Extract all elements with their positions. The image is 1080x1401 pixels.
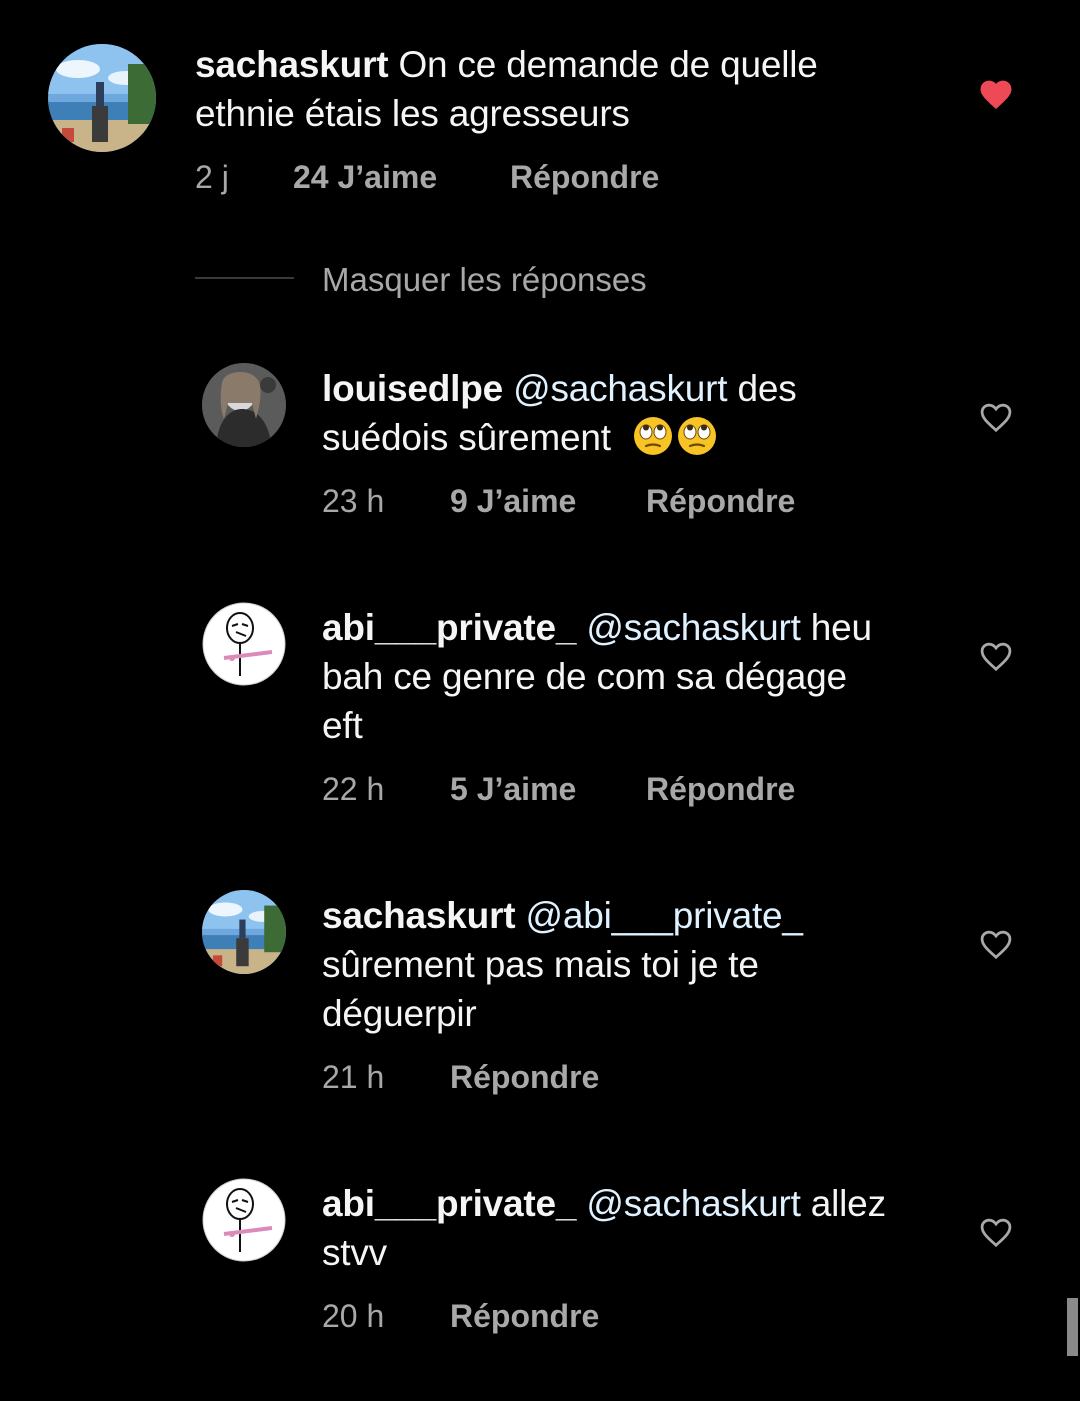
avatar[interactable] xyxy=(202,1178,286,1262)
likes-count-link[interactable]: 24 J’aime xyxy=(293,157,437,197)
comment-meta: 2 j 24 J’aime Répondre xyxy=(195,157,795,197)
comment-body-line1: des xyxy=(727,368,797,409)
comment-body-line3: eft xyxy=(322,705,363,746)
reply-button[interactable]: Répondre xyxy=(646,769,795,809)
mention-link[interactable]: @abi___private_ xyxy=(525,895,803,936)
comment-username[interactable]: abi___private_ xyxy=(322,1183,577,1224)
comment-username[interactable]: sachaskurt xyxy=(322,895,516,936)
heart-outline-icon[interactable] xyxy=(977,399,1015,433)
avatar[interactable] xyxy=(48,44,156,152)
comment-body-line2: sûrement pas mais toi je te xyxy=(322,944,759,985)
heart-outline-icon[interactable] xyxy=(977,1214,1015,1248)
comment-time: 21 h xyxy=(322,1059,385,1095)
face-with-rolling-eyes-icon xyxy=(677,417,716,455)
comment-body-line2: stvv xyxy=(322,1232,387,1273)
comment-meta: 22 h 5 J’aime Répondre xyxy=(322,769,922,809)
comment-meta: 20 h Répondre xyxy=(322,1296,922,1336)
avatar[interactable] xyxy=(202,363,286,447)
comment-username[interactable]: sachaskurt xyxy=(195,44,389,85)
heart-outline-icon[interactable] xyxy=(977,638,1015,672)
reply-button[interactable]: Répondre xyxy=(510,157,659,197)
avatar[interactable] xyxy=(202,890,286,974)
comment-time: 22 h xyxy=(322,771,385,807)
comment-meta: 21 h Répondre xyxy=(322,1057,922,1097)
comment-text: abi___private_ @sachaskurt allez stvv xyxy=(322,1179,886,1277)
heart-outline-icon[interactable] xyxy=(977,926,1015,960)
comment-text: sachaskurt @abi___private_ sûrement pas … xyxy=(322,891,803,1038)
comment-meta: 23 h 9 J’aime Répondre xyxy=(322,481,922,521)
comment-body-line1: On ce demande de quelle xyxy=(388,44,818,85)
comment-time: 23 h xyxy=(322,483,385,519)
hide-replies-label[interactable]: Masquer les réponses xyxy=(322,258,647,302)
divider xyxy=(195,277,294,279)
reply-button[interactable]: Répondre xyxy=(450,1296,599,1336)
mention-link[interactable]: @sachaskurt xyxy=(586,607,800,648)
likes-count-link[interactable]: 9 J’aime xyxy=(450,481,576,521)
comment-body-line1: allez xyxy=(800,1183,886,1224)
mention-link[interactable]: @sachaskurt xyxy=(513,368,727,409)
reply-button[interactable]: Répondre xyxy=(450,1057,599,1097)
scrollbar[interactable] xyxy=(1067,1298,1078,1356)
heart-filled-icon[interactable] xyxy=(977,76,1015,110)
comment-body-line3: déguerpir xyxy=(322,993,477,1034)
likes-count-link[interactable]: 5 J’aime xyxy=(450,769,576,809)
comment-body-line2: ethnie étais les agresseurs xyxy=(195,93,630,134)
avatar[interactable] xyxy=(202,602,286,686)
comment-body-line2: suédois sûrement xyxy=(322,417,611,458)
comment-time: 20 h xyxy=(322,1298,385,1334)
mention-link[interactable]: @sachaskurt xyxy=(586,1183,800,1224)
comment-text: abi___private_ @sachaskurt heu bah ce ge… xyxy=(322,603,872,750)
comment-text: sachaskurt On ce demande de quelle ethni… xyxy=(195,40,818,138)
comment-username[interactable]: louisedlpe xyxy=(322,368,503,409)
comment-time: 2 j xyxy=(195,159,229,195)
comment-body-line2: bah ce genre de com sa dégage xyxy=(322,656,847,697)
face-with-rolling-eyes-icon xyxy=(633,417,672,455)
reply-button[interactable]: Répondre xyxy=(646,481,795,521)
comment-body-line1: heu xyxy=(800,607,872,648)
comment-username[interactable]: abi___private_ xyxy=(322,607,577,648)
comment-text: louisedlpe @sachaskurt des suédois sûrem… xyxy=(322,364,797,462)
